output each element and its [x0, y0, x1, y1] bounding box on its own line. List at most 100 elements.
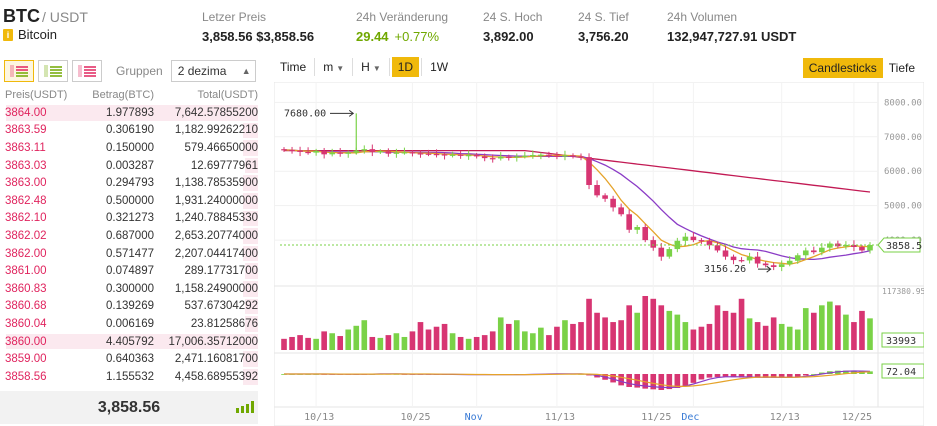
price-decimal: 56: [33, 370, 47, 383]
candle-body: [722, 250, 729, 257]
volume-bar: [409, 331, 416, 350]
order-book-row[interactable]: 3862.02 0.687000 2,653.20774000: [0, 227, 264, 245]
date-tick-label: 12/25: [842, 412, 872, 423]
candle-body: [642, 227, 649, 241]
view-both-button[interactable]: [4, 60, 34, 82]
stat-value: 3,892.00: [483, 29, 534, 44]
volume-bar: [843, 314, 849, 350]
order-book-row[interactable]: 3861.00 0.074897 289.17731700: [0, 262, 264, 280]
hour-label: H: [361, 60, 370, 74]
candle-body: [433, 154, 440, 156]
candle-body: [802, 250, 809, 256]
row-total: 537.67304292: [184, 300, 258, 313]
order-book-row[interactable]: 3862.48 0.500000 1,931.24000000: [0, 192, 264, 210]
row-amount: 0.300000: [106, 282, 154, 295]
candle-body: [449, 154, 456, 156]
volume-bar: [674, 314, 681, 350]
order-book-row[interactable]: 3860.68 0.139269 537.67304292: [0, 298, 264, 316]
price-decimal: 68: [33, 300, 47, 313]
candle-body: [361, 149, 368, 151]
stat-label: 24 S. Tief: [578, 10, 629, 24]
view-bids-button[interactable]: [38, 60, 68, 82]
coin-name[interactable]: i Bitcoin: [3, 27, 57, 42]
price-integer: 3863.: [5, 124, 34, 137]
candle-body: [570, 155, 576, 157]
price-decimal: 00: [33, 177, 47, 190]
order-book-row[interactable]: 3862.10 0.321273 1,240.78845330: [0, 210, 264, 228]
volume-bar: [417, 322, 424, 350]
row-total: 2,207.04417400: [174, 247, 258, 260]
price-integer: 3862.: [5, 212, 34, 225]
order-book-row[interactable]: 3864.00 1.977893 7,642.57855200: [0, 104, 264, 122]
row-amount: 0.640363: [106, 353, 154, 366]
price-tick-label: 8000.00: [884, 98, 922, 108]
base-asset: BTC: [3, 6, 40, 26]
candle-body: [457, 154, 464, 156]
candle-body: [786, 260, 793, 265]
candle-body: [666, 249, 673, 257]
price-tick-label: 6000.00: [884, 167, 922, 177]
toolbar-divider: [421, 58, 423, 76]
price-decimal: 00: [33, 247, 47, 260]
interval-hour-dropdown[interactable]: H ▼: [355, 57, 387, 77]
candle-body: [513, 156, 520, 158]
order-book-row[interactable]: 3860.83 0.300000 1,158.24900000: [0, 280, 264, 298]
order-book-row[interactable]: 3863.03 0.003287 12.69777961: [0, 157, 264, 175]
candlestick-canvas[interactable]: 8000.007000.006000.005000.004000.0010/13…: [274, 82, 924, 426]
row-total: 17,006.35712000: [168, 335, 258, 348]
info-icon: i: [3, 28, 13, 41]
volume-bar: [642, 296, 649, 350]
row-price: 3863.00: [0, 177, 80, 189]
order-book-row[interactable]: 3859.00 0.640363 2,471.16081700: [0, 350, 264, 368]
order-book-row[interactable]: 3863.00 0.294793 1,138.78535900: [0, 174, 264, 192]
row-total: 23.81258676: [190, 317, 258, 330]
depth-tab[interactable]: Tiefe: [883, 58, 921, 78]
row-price: 3862.48: [0, 195, 80, 207]
row-total: 7,642.57855200: [174, 106, 258, 119]
order-book-row[interactable]: 3860.00 4.405792 17,006.35712000: [0, 333, 264, 351]
volume-bar: [851, 322, 857, 350]
stat-label: Letzer Preis: [202, 10, 267, 24]
volume-bar: [505, 323, 512, 350]
candle-body: [465, 155, 472, 157]
quote-asset: / USDT: [42, 9, 88, 25]
chevron-updown-icon: ▲: [241, 66, 251, 76]
volume-bar: [393, 333, 400, 350]
interval-minute-dropdown[interactable]: m ▼: [317, 57, 350, 77]
row-price: 3860.00: [0, 336, 80, 348]
candlesticks-tab[interactable]: Candlesticks: [802, 58, 883, 78]
volume-bar: [489, 331, 496, 350]
candle-body: [313, 150, 319, 153]
date-tick-label: Dec: [681, 412, 699, 423]
row-price: 3861.00: [0, 265, 80, 277]
order-book-row[interactable]: 3863.11 0.150000 579.46650000: [0, 139, 264, 157]
view-asks-button[interactable]: [72, 60, 102, 82]
row-amount: 0.139269: [106, 300, 154, 313]
volume-bar: [522, 331, 528, 350]
candle-body: [690, 236, 697, 241]
candle-body: [762, 263, 769, 266]
indicator-bar: [802, 374, 809, 376]
volume-bar: [401, 336, 408, 350]
order-book-row[interactable]: 3863.59 0.306190 1,182.99262210: [0, 122, 264, 140]
candle-body: [321, 150, 327, 155]
column-amount: Betrag(BTC): [92, 89, 154, 101]
volume-bar: [473, 336, 480, 350]
chevron-down-icon: ▼: [372, 64, 381, 73]
indicator-bar: [618, 374, 624, 386]
order-book-row[interactable]: 3860.04 0.006169 23.81258676: [0, 315, 264, 333]
order-book-row[interactable]: 3862.00 0.571477 2,207.04417400: [0, 245, 264, 263]
groups-select[interactable]: 2 dezima ▲: [170, 60, 256, 82]
interval-day-button[interactable]: 1D: [391, 57, 420, 77]
interval-week-button[interactable]: 1W: [424, 57, 454, 77]
low-annotation: 3156.26: [704, 264, 746, 275]
volume-bar: [433, 326, 440, 350]
candle-body: [554, 155, 560, 157]
signal-bars-icon: [236, 401, 254, 413]
volume-bar: [425, 329, 432, 350]
candle-body: [530, 155, 536, 157]
interval-time-button[interactable]: Time: [274, 57, 312, 77]
price-tick-label: 7000.00: [884, 133, 922, 143]
candle-body: [385, 151, 392, 154]
order-book-row[interactable]: 3858.56 1.155532 4,458.68955392: [0, 368, 264, 386]
